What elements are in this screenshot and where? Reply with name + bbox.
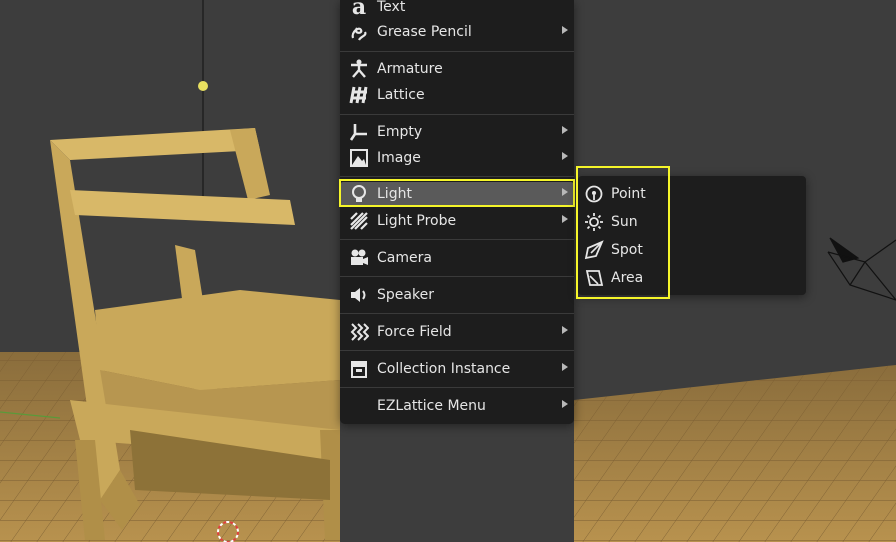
menu-item-label: Lattice: [377, 87, 425, 103]
menu-item-label: Collection Instance: [377, 361, 511, 377]
menu-item-grease-pencil[interactable]: Grease Pencil: [340, 20, 574, 44]
menu-separator: [340, 176, 574, 177]
armature-icon: [348, 58, 370, 80]
menu-item-label: Light: [377, 186, 412, 202]
menu-item-light-probe[interactable]: Light Probe: [340, 209, 574, 233]
add-object-menu: a Text Grease Pencil Armature Lattice Em…: [340, 0, 574, 424]
light-probe-icon: [348, 210, 370, 232]
menu-separator: [340, 387, 574, 388]
grease-pencil-icon: [348, 21, 370, 43]
menu-item-label: Light Probe: [377, 213, 457, 229]
submenu-arrow-icon: [562, 152, 568, 160]
menu-item-label: Armature: [377, 61, 443, 77]
light-submenu: Point Sun Spot Area: [578, 176, 806, 295]
submenu-arrow-icon: [562, 26, 568, 34]
submenu-item-sun[interactable]: Sun: [578, 209, 668, 235]
area-light-icon: [583, 267, 605, 289]
menu-separator: [340, 276, 574, 277]
light-bulb-icon: [348, 183, 370, 205]
submenu-arrow-icon: [562, 400, 568, 408]
camera-icon: [348, 247, 370, 269]
menu-item-collection-instance[interactable]: Collection Instance: [340, 357, 574, 381]
submenu-item-label: Sun: [611, 214, 638, 230]
collection-instance-icon: [348, 358, 370, 380]
menu-item-lattice[interactable]: Lattice: [340, 83, 574, 107]
text-icon: a: [351, 0, 367, 20]
menu-separator: [340, 114, 574, 115]
light-gizmo-icon[interactable]: [198, 81, 208, 91]
point-light-icon: [583, 183, 605, 205]
lattice-icon: [348, 84, 370, 106]
menu-item-force-field[interactable]: Force Field: [340, 320, 574, 344]
menu-separator: [340, 51, 574, 52]
menu-item-speaker[interactable]: Speaker: [340, 283, 574, 307]
menu-item-image[interactable]: Image: [340, 146, 574, 170]
submenu-item-point[interactable]: Point: [578, 181, 668, 207]
spot-light-icon: [583, 239, 605, 261]
menu-item-text[interactable]: a Text: [340, 0, 574, 19]
image-icon: [348, 147, 370, 169]
submenu-arrow-icon: [562, 326, 568, 334]
menu-item-armature[interactable]: Armature: [340, 57, 574, 81]
empty-icon: [348, 121, 370, 143]
menu-item-light[interactable]: Light: [340, 182, 574, 206]
submenu-item-label: Spot: [611, 242, 643, 258]
menu-item-label: Text: [377, 0, 406, 15]
sun-light-icon: [583, 211, 605, 233]
menu-item-label: Speaker: [377, 287, 434, 303]
submenu-arrow-icon: [562, 363, 568, 371]
menu-item-ezlattice-menu[interactable]: EZLattice Menu: [340, 394, 574, 418]
menu-separator: [340, 350, 574, 351]
force-field-icon: [348, 321, 370, 343]
menu-item-label: Force Field: [377, 324, 452, 340]
menu-item-label: Grease Pencil: [377, 24, 472, 40]
submenu-arrow-icon: [562, 215, 568, 223]
menu-separator: [340, 313, 574, 314]
submenu-item-label: Area: [611, 270, 644, 286]
menu-item-camera[interactable]: Camera: [340, 246, 574, 270]
menu-item-label: Camera: [377, 250, 432, 266]
speaker-icon: [348, 284, 370, 306]
submenu-item-label: Point: [611, 186, 646, 202]
menu-item-label: EZLattice Menu: [377, 398, 486, 414]
menu-item-empty[interactable]: Empty: [340, 120, 574, 144]
menu-separator: [340, 239, 574, 240]
submenu-arrow-icon: [562, 188, 568, 196]
submenu-item-area[interactable]: Area: [578, 265, 668, 291]
submenu-item-spot[interactable]: Spot: [578, 237, 668, 263]
menu-item-label: Image: [377, 150, 421, 166]
submenu-arrow-icon: [562, 126, 568, 134]
menu-item-label: Empty: [377, 124, 423, 140]
